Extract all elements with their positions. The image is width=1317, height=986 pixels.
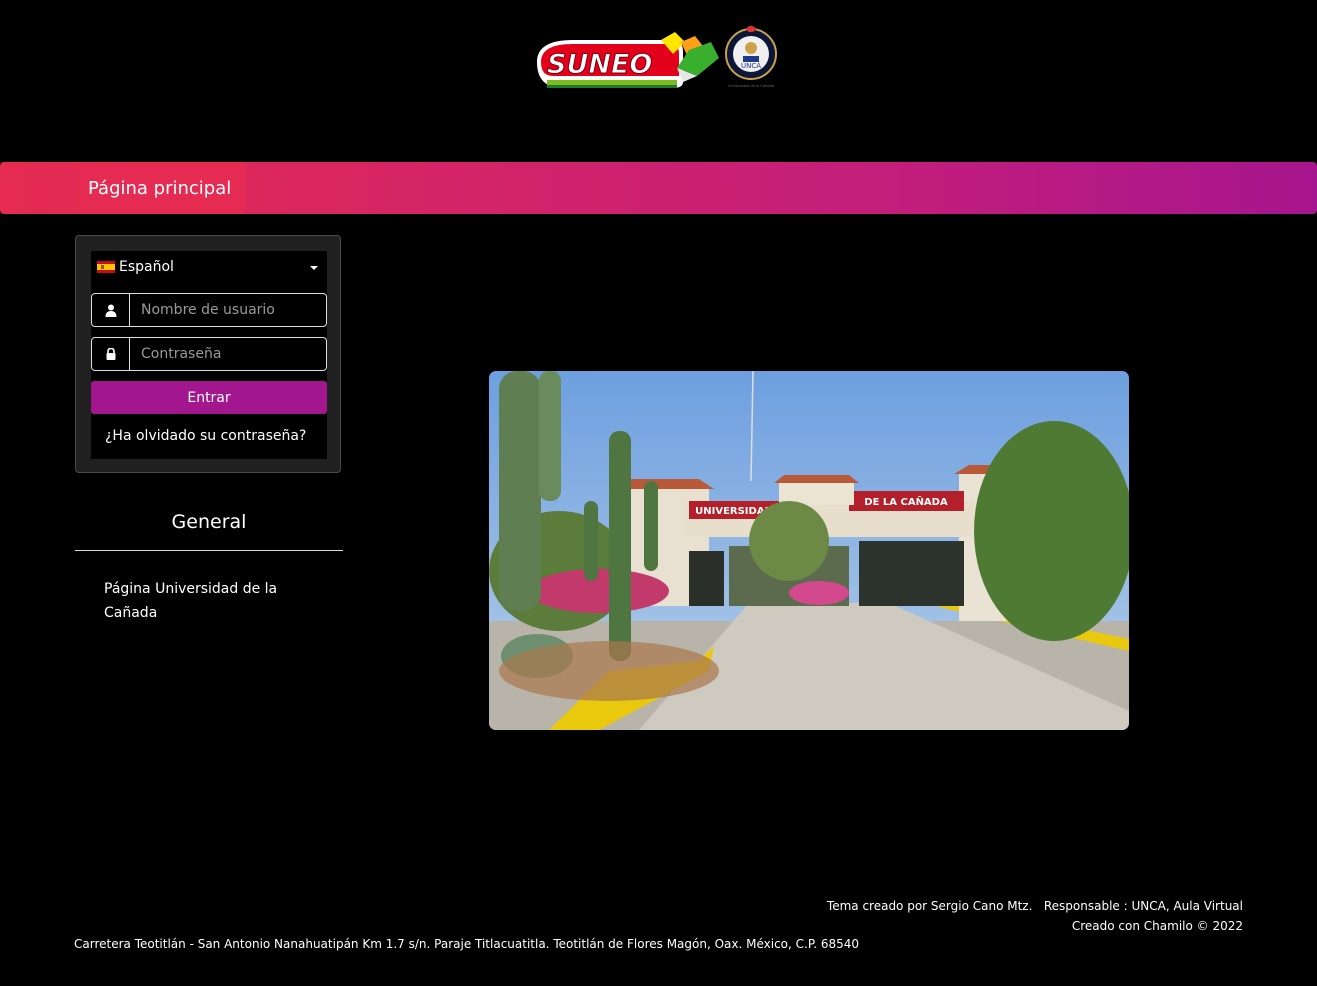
campus-photo: UNIVERSIDAD DE LA CAÑADA: [489, 371, 1129, 730]
spain-flag-icon: [97, 261, 115, 273]
language-select[interactable]: Español: [91, 251, 327, 283]
responsible-credit[interactable]: Responsable : UNCA, Aula Virtual: [1044, 899, 1243, 913]
svg-text:Universidad de la Cañada: Universidad de la Cañada: [728, 84, 774, 88]
general-heading: General: [171, 511, 247, 533]
site-header: SUNEO UNCA Universidad de la Cañada: [0, 0, 1317, 162]
username-input[interactable]: [130, 294, 326, 326]
password-group: [91, 337, 327, 371]
footer-address: Carretera Teotitlán - San Antonio Nanahu…: [74, 937, 860, 951]
suneo-logo[interactable]: SUNEO: [533, 32, 719, 90]
tab-main-page-label: Página principal: [88, 177, 232, 199]
tab-main-page[interactable]: Página principal: [74, 162, 246, 214]
footer-credits: Tema creado por Sergio Cano Mtz. Respons…: [827, 896, 1243, 936]
user-icon: [92, 294, 130, 326]
divider: [75, 550, 343, 551]
unca-seal: UNCA Universidad de la Cañada: [725, 26, 777, 88]
university-page-link[interactable]: Página Universidad de la Cañada: [104, 577, 304, 625]
svg-text:SUNEO: SUNEO: [547, 49, 652, 80]
logo-area[interactable]: SUNEO UNCA Universidad de la Cañada: [533, 26, 783, 94]
svg-text:UNCA: UNCA: [741, 62, 761, 70]
language-selected: Español: [119, 259, 174, 275]
forgot-password-link[interactable]: ¿Ha olvidado su contraseña?: [105, 428, 306, 444]
username-group: [91, 293, 327, 327]
login-form: Español Entrar ¿Ha olvidado su con: [91, 251, 327, 459]
password-input[interactable]: [130, 338, 326, 370]
lock-icon: [92, 338, 130, 370]
login-panel: Español Entrar ¿Ha olvidado su con: [75, 235, 341, 473]
top-nav-bar: Página principal: [0, 162, 1317, 214]
caret-down-icon: [310, 266, 318, 270]
svg-text:DE LA CAÑADA: DE LA CAÑADA: [864, 495, 948, 508]
footer-credit-line: Tema creado por Sergio Cano Mtz. Respons…: [827, 896, 1243, 916]
theme-credit: Tema creado por Sergio Cano Mtz.: [826, 899, 1033, 913]
chamilo-credit[interactable]: Creado con Chamilo © 2022: [827, 916, 1243, 936]
login-button[interactable]: Entrar: [91, 381, 327, 414]
